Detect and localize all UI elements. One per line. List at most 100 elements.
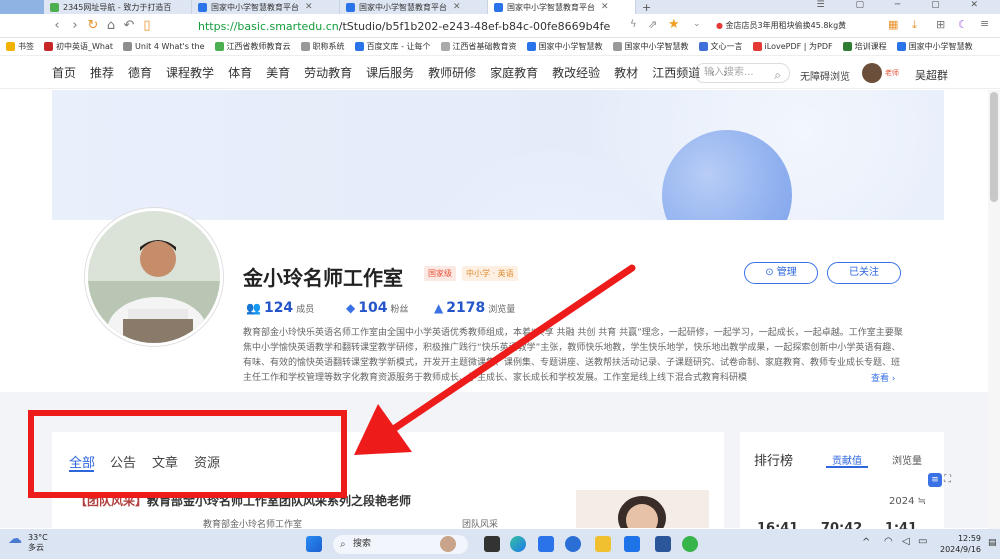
tab-label: 国家中小学智慧教育平台 xyxy=(211,2,299,12)
download-icon[interactable]: ⤓ xyxy=(912,18,917,32)
undo-icon[interactable]: ↶ xyxy=(120,18,138,33)
word-icon[interactable] xyxy=(655,536,671,552)
address-bar: ‹ › ↻ ⌂ ↶ ▯ https://basic.smartedu.cn/tS… xyxy=(0,14,1000,38)
search-icon[interactable]: ⌕ xyxy=(774,66,781,84)
close-icon[interactable]: ✕ xyxy=(453,2,461,12)
edge-icon[interactable] xyxy=(510,536,526,552)
tab-smartedu-2[interactable]: 国家中小学智慧教育平台 ✕ xyxy=(340,0,488,14)
windows-start-icon[interactable] xyxy=(306,536,322,552)
bookmark-item[interactable]: 职称系统 xyxy=(300,41,345,52)
task-view-icon[interactable] xyxy=(484,536,500,552)
bookmark-item[interactable]: 文心一言 xyxy=(698,41,743,52)
tray-chevron-icon[interactable]: ^ xyxy=(862,537,870,548)
translate-icon[interactable]: ≡ xyxy=(928,473,942,487)
avatar[interactable] xyxy=(862,63,882,83)
bookmark-item[interactable]: iLovePDF | 为PDF xyxy=(752,41,833,52)
expand-icon[interactable]: ⛶ xyxy=(944,474,951,485)
follow-button[interactable]: 已关注 xyxy=(827,262,901,284)
weather-widget[interactable]: ☁ 33°C 多云 xyxy=(8,531,48,553)
app-360-icon[interactable] xyxy=(624,536,640,552)
manage-button[interactable]: ⊙ 管理 xyxy=(744,262,818,284)
bookmark-item[interactable]: 国家中小学智慧教 xyxy=(526,41,603,52)
volume-icon[interactable]: ◁ xyxy=(902,536,910,547)
share-icon[interactable]: ⇗ xyxy=(648,18,657,31)
bookmark-item[interactable]: 培训课程 xyxy=(842,41,887,52)
tab-label: 国家中小学智慧教育平台 xyxy=(359,2,447,12)
nav-reform[interactable]: 教改经验 xyxy=(552,64,600,81)
new-tab-icon[interactable]: + xyxy=(642,1,651,14)
back-icon[interactable]: ‹ xyxy=(48,18,66,33)
bookmark-item[interactable]: 初中英语_What xyxy=(44,41,113,52)
active-tab-indicator xyxy=(826,466,868,468)
annotation-highlight-box xyxy=(28,410,347,498)
chevron-down-icon[interactable]: ⌄ xyxy=(693,19,701,29)
bookmark-item[interactable]: 百度文库 - 让每个 xyxy=(354,41,431,52)
article-thumbnail[interactable] xyxy=(576,490,709,528)
view-more-link[interactable]: 查看 › xyxy=(871,371,895,384)
close-icon[interactable]: ✕ xyxy=(305,2,313,12)
close-icon[interactable]: ✕ xyxy=(601,2,609,12)
bookmark-favicon-icon xyxy=(123,42,133,51)
search-input[interactable]: 输入搜索... ⌕ xyxy=(694,63,790,83)
settings-icon: ⊙ xyxy=(765,267,777,278)
nav-teaching[interactable]: 课程教学 xyxy=(166,64,214,81)
app-icon[interactable]: ▦ xyxy=(888,18,898,31)
ranking-year-select[interactable]: 2024 ≒ xyxy=(889,496,926,507)
notification-icon[interactable]: ▤ xyxy=(988,538,997,548)
bookmark-sidebar-icon[interactable]: ▯ xyxy=(138,18,156,33)
menu-icon[interactable]: ≡ xyxy=(980,17,989,30)
user-name[interactable]: 吴超群 xyxy=(915,67,948,83)
wifi-icon[interactable]: ◠ xyxy=(884,536,893,547)
star-icon[interactable]: ★ xyxy=(668,17,680,32)
accessibility-link[interactable]: 无障碍浏览 xyxy=(800,68,850,83)
bookmark-item[interactable]: 国家中小学智慧教 xyxy=(612,41,689,52)
bookmark-item[interactable]: Unit 4 What's the xyxy=(123,42,205,51)
nav-arts[interactable]: 美育 xyxy=(266,64,290,81)
lightning-icon[interactable]: ϟ xyxy=(630,19,637,30)
nav-teacher-training[interactable]: 教师研修 xyxy=(428,64,476,81)
url-path: /tStudio/b5f1b202-e243-48ef-b84c-00fe866… xyxy=(338,19,611,33)
tab-2345[interactable]: 2345网址导航 - 致力于打造百 xyxy=(44,0,192,14)
reload-icon[interactable]: ↻ xyxy=(84,18,102,33)
bookmark-favicon-icon xyxy=(214,42,224,51)
nav-recommend[interactable]: 推荐 xyxy=(90,64,114,81)
browser-app-icon[interactable] xyxy=(565,536,581,552)
site-nav: 首页 推荐 德育 课程教学 体育 美育 劳动教育 课后服务 教师研修 家庭教育 … xyxy=(0,57,1000,89)
nav-labor[interactable]: 劳动教育 xyxy=(304,64,352,81)
nav-family[interactable]: 家庭教育 xyxy=(490,64,538,81)
bookmark-item[interactable]: 书签 xyxy=(6,41,34,52)
nav-textbook[interactable]: 教材 xyxy=(614,64,638,81)
moon-icon[interactable]: ☾ xyxy=(958,18,968,31)
mail-icon[interactable] xyxy=(538,536,554,552)
bookmark-item[interactable]: 国家中小学智慧教 xyxy=(896,41,973,52)
taskbar-clock[interactable]: 12:59 2024/9/16 xyxy=(940,533,981,555)
portrait-photo-icon xyxy=(576,490,709,528)
tab-smartedu-active[interactable]: 国家中小学智慧教育平台 ✕ xyxy=(488,0,636,14)
cloud-icon: ☁ xyxy=(8,531,22,547)
views-icon: ▲ xyxy=(434,301,444,315)
battery-icon[interactable]: ▭ xyxy=(918,536,927,547)
scrollbar-thumb[interactable] xyxy=(990,92,998,202)
tab-contribution[interactable]: 贡献值 xyxy=(832,452,862,467)
nav-pe[interactable]: 体育 xyxy=(228,64,252,81)
forward-icon[interactable]: › xyxy=(66,18,84,33)
nav-home[interactable]: 首页 xyxy=(52,64,76,81)
bookmark-item[interactable]: 江西省教师教育云 xyxy=(214,41,291,52)
bookmark-favicon-icon xyxy=(526,42,536,51)
nav-after-school[interactable]: 课后服务 xyxy=(366,64,414,81)
wechat-icon[interactable] xyxy=(682,536,698,552)
window-controls[interactable]: ☰ ▢ ─ ▢ ✕ xyxy=(817,0,992,10)
nav-moral[interactable]: 德育 xyxy=(128,64,152,81)
bookmark-item[interactable]: 江西省基础教育资 xyxy=(440,41,517,52)
tab-views[interactable]: 浏览量 xyxy=(892,452,922,467)
folder-icon[interactable] xyxy=(595,536,611,552)
nav-jiangxi[interactable]: 江西频道 xyxy=(652,64,700,81)
grid-icon[interactable]: ⊞ xyxy=(936,18,945,31)
taskbar-avatar-icon[interactable] xyxy=(440,536,456,552)
tab-smartedu-1[interactable]: 国家中小学智慧教育平台 ✕ xyxy=(192,0,340,14)
os-taskbar xyxy=(0,529,1000,559)
news-icon: ● xyxy=(716,21,726,30)
news-ticker[interactable]: ● 金店店员3年用租块偷换45.8kg黄 xyxy=(716,19,864,33)
level-tag: 国家级 xyxy=(424,266,456,281)
home-icon[interactable]: ⌂ xyxy=(102,18,120,33)
